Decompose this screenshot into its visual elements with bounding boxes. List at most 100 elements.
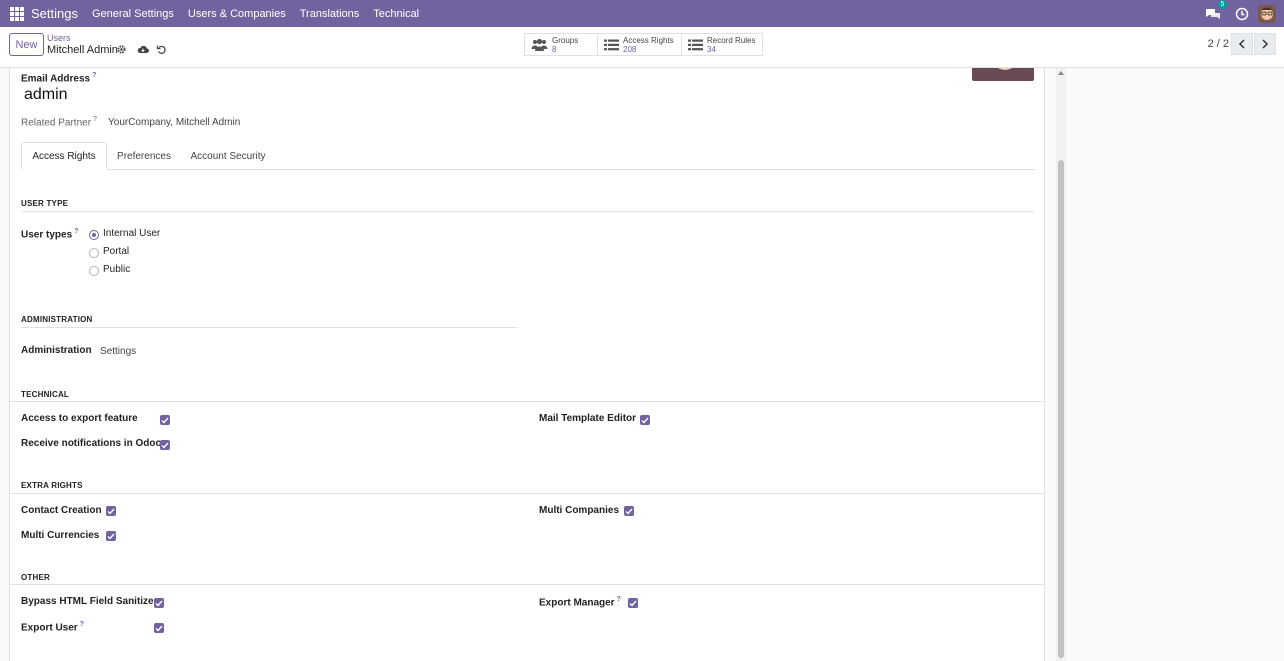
activity-clock-icon[interactable] [1235,7,1249,21]
export-manager-checkbox[interactable] [628,598,638,608]
section-divider [10,401,1044,402]
menu-general-settings[interactable]: General Settings [92,8,174,20]
access-rights-smart-button[interactable]: Access Rights 208 [597,33,682,56]
other-section-title: OTHER [21,573,50,582]
user-types-help-icon[interactable]: ? [74,228,78,235]
checkmark-icon [107,533,115,540]
scroll-up-arrow-icon[interactable] [1058,71,1064,75]
breadcrumb-parent[interactable]: Users [47,33,71,43]
tab-access-rights[interactable]: Access Rights [21,142,107,170]
administration-select[interactable]: Settings [100,346,136,357]
technical-section-title: TECHNICAL [21,390,70,399]
navbar-systray: 5 [1205,0,1276,27]
multi-companies-checkbox[interactable] [624,506,634,516]
contact-creation-label: Contact Creation [21,505,102,516]
multi-currencies-checkbox[interactable] [106,531,116,541]
email-address-label: Email Address? [21,72,97,85]
checkmark-icon [161,442,169,449]
export-manager-label: Export Manager? [539,596,621,609]
user-photo[interactable] [972,68,1034,81]
radio-public[interactable] [89,266,99,276]
related-partner-field[interactable]: YourCompany, Mitchell Admin [108,117,240,128]
radio-portal[interactable] [89,248,99,258]
groups-label: Groups [552,35,579,45]
multi-companies-label: Multi Companies [539,505,620,516]
form-sheet: Email Address? admin Related Partner? Yo… [9,68,1045,661]
record-rules-label: Record Rules [707,35,756,45]
pager-previous-button[interactable] [1231,33,1253,55]
checkmark-icon [629,600,637,607]
related-partner-label: Related Partner? [21,116,97,129]
cloud-save-icon[interactable] [137,44,149,55]
menu-users-companies[interactable]: Users & Companies [188,8,286,20]
checkmark-icon [625,508,633,515]
bypass-html-sanitize-checkbox[interactable] [154,598,164,608]
record-rules-count: 34 [707,44,716,54]
section-divider [10,584,1044,585]
chevron-left-icon [1238,39,1245,49]
menu-technical[interactable]: Technical [373,8,419,20]
receive-notifications-checkbox[interactable] [160,440,170,450]
chevron-right-icon [1262,39,1269,49]
receive-notifications-label: Receive notifications in Odoo [21,438,162,449]
user-type-section-title: USER TYPE [21,199,69,208]
record-rules-smart-button[interactable]: Record Rules 34 [681,33,763,56]
users-icon [531,38,548,51]
access-rights-count: 208 [623,44,637,54]
contact-creation-checkbox[interactable] [106,506,116,516]
app-brand[interactable]: Settings [31,6,78,21]
discard-undo-icon[interactable] [156,44,167,55]
extra-rights-section-title: EXTRA RIGHTS [21,481,83,490]
list-icon [604,39,619,50]
export-user-help-icon[interactable]: ? [80,621,84,628]
section-divider [21,211,1034,212]
pager-next-button[interactable] [1254,33,1276,55]
administration-section-title: ADMINISTRATION [21,315,93,324]
top-navbar: Settings General Settings Users & Compan… [0,0,1284,27]
tab-preferences[interactable]: Preferences [107,142,181,170]
background-panel [1045,68,1284,661]
access-rights-label: Access Rights [623,35,674,45]
scrollbar-thumb[interactable] [1058,160,1064,658]
user-avatar[interactable] [1258,4,1276,23]
multi-currencies-label: Multi Currencies [21,530,100,541]
messaging-badge: 5 [1218,0,1227,9]
mail-template-editor-label: Mail Template Editor [539,413,637,424]
checkmark-icon [161,417,169,424]
smart-buttons: Groups 8 Access Rights 208 Record Rules … [524,33,763,56]
access-export-checkbox[interactable] [160,415,170,425]
radio-internal-user-label[interactable]: Internal User [103,228,160,239]
user-types-label: User types? [21,228,79,241]
checkmark-icon [155,600,163,607]
control-panel: New Users Mitchell Admin Groups 8 Access… [0,27,1284,68]
administration-label: Administration [21,345,92,356]
groups-count: 8 [552,44,557,54]
section-divider [21,327,517,328]
bypass-html-sanitize-label: Bypass HTML Field Sanitize [21,596,154,607]
apps-menu-icon[interactable] [10,6,24,21]
radio-portal-label[interactable]: Portal [103,246,129,257]
export-user-label: Export User? [21,621,84,634]
radio-internal-user[interactable] [89,230,99,240]
checkmark-icon [107,508,115,515]
menu-translations[interactable]: Translations [300,8,360,20]
email-help-icon[interactable]: ? [92,72,96,79]
section-divider [10,493,1044,494]
form-tabs: Access Rights Preferences Account Securi… [21,142,1035,170]
checkmark-icon [155,625,163,632]
messaging-icon[interactable]: 5 [1205,0,1227,21]
tab-account-security[interactable]: Account Security [181,142,275,170]
radio-public-label[interactable]: Public [103,264,130,275]
groups-smart-button[interactable]: Groups 8 [524,33,598,56]
checkmark-icon [641,417,649,424]
gear-icon[interactable] [116,44,127,55]
email-address-field[interactable]: admin [24,86,68,104]
export-manager-help-icon[interactable]: ? [617,596,621,603]
partner-help-icon[interactable]: ? [93,116,97,123]
access-export-label: Access to export feature [21,413,138,424]
pager-value[interactable]: 2 / 2 [1208,38,1229,50]
new-button[interactable]: New [9,33,44,56]
mail-template-editor-checkbox[interactable] [640,415,650,425]
breadcrumb-current: Mitchell Admin [47,44,118,56]
export-user-checkbox[interactable] [154,623,164,633]
